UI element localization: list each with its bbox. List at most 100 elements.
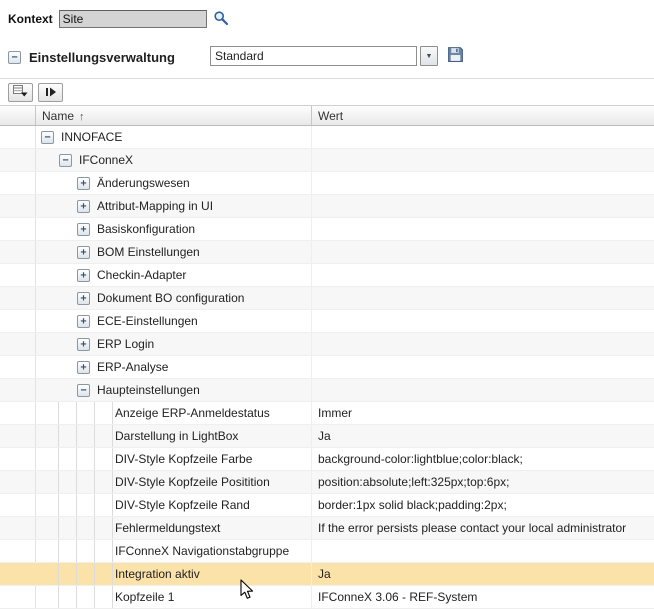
table-row[interactable]: + Dokument BO configuration bbox=[0, 287, 654, 310]
row-name: Attribut-Mapping in UI bbox=[95, 195, 213, 217]
row-name: IFConneX bbox=[77, 149, 133, 171]
table-row[interactable]: + ERP Login bbox=[0, 333, 654, 356]
indent-spacer bbox=[59, 264, 77, 286]
row-gutter bbox=[0, 126, 36, 148]
indent-spacer bbox=[95, 586, 113, 608]
table-row[interactable]: − IFConneX bbox=[0, 149, 654, 172]
row-name: ECE-Einstellungen bbox=[95, 310, 198, 332]
table-row[interactable]: DIV-Style Kopfzeile Positition position:… bbox=[0, 471, 654, 494]
table-row[interactable]: Darstellung in LightBox Ja bbox=[0, 425, 654, 448]
expand-all-button[interactable] bbox=[38, 83, 63, 102]
row-value bbox=[312, 310, 654, 332]
indent-spacer bbox=[41, 402, 59, 424]
expand-toggle-icon[interactable]: + bbox=[77, 361, 90, 374]
row-gutter bbox=[0, 425, 36, 447]
row-name: ERP-Analyse bbox=[95, 356, 168, 378]
save-button[interactable] bbox=[446, 47, 464, 65]
expand-toggle-icon[interactable]: + bbox=[77, 315, 90, 328]
indent-spacer bbox=[77, 586, 95, 608]
table-view-button[interactable] bbox=[8, 83, 33, 102]
row-indent bbox=[41, 448, 113, 470]
indent-spacer bbox=[41, 517, 59, 539]
row-indent bbox=[41, 494, 113, 516]
view-select[interactable]: Standard bbox=[210, 46, 417, 66]
indent-spacer bbox=[41, 310, 59, 332]
table-row[interactable]: Anzeige ERP-Anmeldestatus Immer bbox=[0, 402, 654, 425]
row-name-cell: + Änderungswesen bbox=[36, 172, 312, 194]
indent-spacer bbox=[95, 402, 113, 424]
row-value: If the error persists please contact you… bbox=[312, 517, 654, 539]
indent-spacer bbox=[77, 563, 95, 585]
row-name-cell: Fehlermeldungstext bbox=[36, 517, 312, 539]
section-collapse-icon[interactable]: − bbox=[8, 51, 21, 64]
table-row[interactable]: − INNOFACE bbox=[0, 126, 654, 149]
row-indent bbox=[41, 356, 77, 378]
table-row[interactable]: + Änderungswesen bbox=[0, 172, 654, 195]
row-value bbox=[312, 264, 654, 286]
row-value bbox=[312, 195, 654, 217]
row-gutter bbox=[0, 540, 36, 562]
indent-spacer bbox=[41, 149, 59, 171]
row-name: Integration aktiv bbox=[113, 563, 200, 585]
column-header-value-label: Wert bbox=[318, 109, 343, 123]
table-toolbar bbox=[0, 79, 654, 105]
row-value bbox=[312, 333, 654, 355]
expand-toggle-icon[interactable]: + bbox=[77, 246, 90, 259]
collapse-toggle-icon[interactable]: − bbox=[77, 384, 90, 397]
view-select-value: Standard bbox=[215, 49, 264, 63]
table-row[interactable]: Fehlermeldungstext If the error persists… bbox=[0, 517, 654, 540]
expand-toggle-icon[interactable]: + bbox=[77, 223, 90, 236]
table-row[interactable]: Kopfzeile 1 IFConneX 3.06 - REF-System bbox=[0, 586, 654, 609]
row-gutter bbox=[0, 172, 36, 194]
indent-spacer bbox=[59, 586, 77, 608]
indent-spacer bbox=[41, 172, 59, 194]
table-row[interactable]: IFConneX Navigationstabgruppe bbox=[0, 540, 654, 563]
table-row[interactable]: + Basiskonfiguration bbox=[0, 218, 654, 241]
indent-spacer bbox=[59, 540, 77, 562]
indent-spacer bbox=[41, 241, 59, 263]
table-row[interactable]: − Haupteinstellungen bbox=[0, 379, 654, 402]
expand-toggle-icon[interactable]: + bbox=[77, 338, 90, 351]
table-row[interactable]: DIV-Style Kopfzeile Rand border:1px soli… bbox=[0, 494, 654, 517]
search-button[interactable] bbox=[213, 11, 230, 28]
row-gutter bbox=[0, 379, 36, 401]
column-header-name[interactable]: Name↑ bbox=[36, 106, 312, 125]
view-select-arrow-button[interactable]: ▼ bbox=[420, 46, 438, 66]
table-row[interactable]: + Attribut-Mapping in UI bbox=[0, 195, 654, 218]
row-name: INNOFACE bbox=[59, 126, 122, 148]
table-row[interactable]: + ECE-Einstellungen bbox=[0, 310, 654, 333]
indent-spacer bbox=[59, 172, 77, 194]
indent-spacer bbox=[59, 563, 77, 585]
row-indent bbox=[41, 218, 77, 240]
indent-spacer bbox=[95, 563, 113, 585]
table-header-row: Name↑ Wert bbox=[0, 105, 654, 126]
collapse-toggle-icon[interactable]: − bbox=[41, 131, 54, 144]
row-name-cell: Anzeige ERP-Anmeldestatus bbox=[36, 402, 312, 424]
save-icon bbox=[447, 46, 464, 66]
row-indent bbox=[41, 471, 113, 493]
indent-spacer bbox=[41, 195, 59, 217]
row-indent bbox=[41, 402, 113, 424]
table-row[interactable]: + Checkin-Adapter bbox=[0, 264, 654, 287]
expand-toggle-icon[interactable]: + bbox=[77, 269, 90, 282]
triangle-right-icon bbox=[45, 85, 57, 100]
expand-toggle-icon[interactable]: + bbox=[77, 177, 90, 190]
indent-spacer bbox=[77, 402, 95, 424]
table-row[interactable]: DIV-Style Kopfzeile Farbe background-col… bbox=[0, 448, 654, 471]
row-name-cell: DIV-Style Kopfzeile Rand bbox=[36, 494, 312, 516]
row-value bbox=[312, 241, 654, 263]
expand-toggle-icon[interactable]: + bbox=[77, 200, 90, 213]
indent-spacer bbox=[59, 494, 77, 516]
row-indent bbox=[41, 241, 77, 263]
table-row[interactable]: Integration aktiv Ja bbox=[0, 563, 654, 586]
indent-spacer bbox=[41, 218, 59, 240]
table-row[interactable]: + BOM Einstellungen bbox=[0, 241, 654, 264]
search-icon bbox=[213, 10, 229, 29]
context-input[interactable] bbox=[59, 10, 207, 28]
expand-toggle-icon[interactable]: + bbox=[77, 292, 90, 305]
table-row[interactable]: + ERP-Analyse bbox=[0, 356, 654, 379]
row-value: IFConneX 3.06 - REF-System bbox=[312, 586, 654, 608]
indent-spacer bbox=[77, 471, 95, 493]
column-header-value[interactable]: Wert bbox=[312, 106, 654, 125]
collapse-toggle-icon[interactable]: − bbox=[59, 154, 72, 167]
